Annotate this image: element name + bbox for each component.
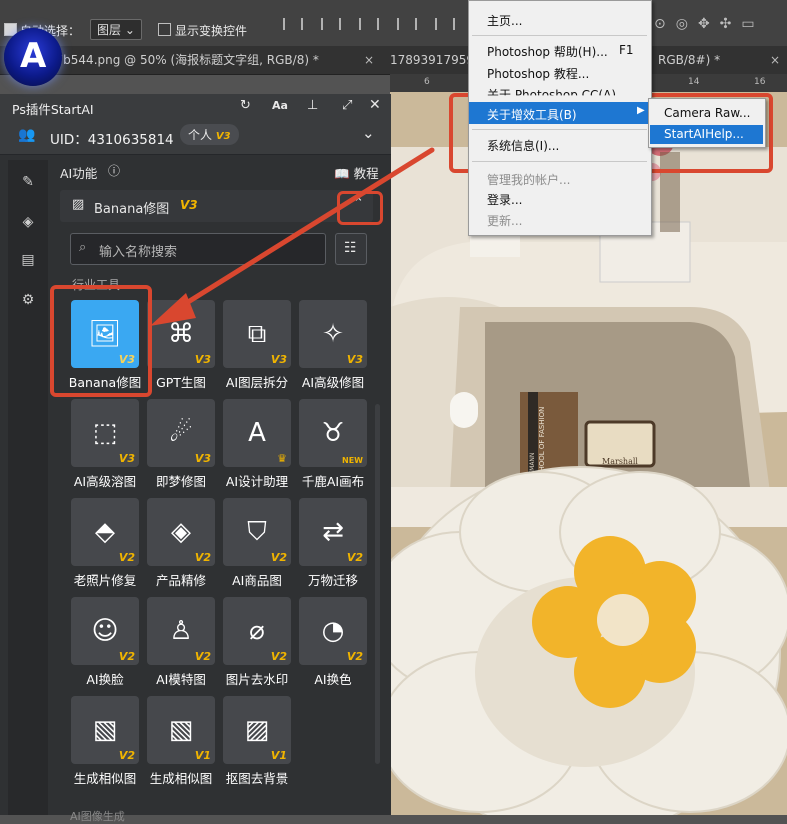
logo-letter-icon: A (20, 36, 47, 76)
menu-item-tutorials[interactable]: Photoshop 教程... (487, 65, 589, 82)
menu-item-updates: 更新... (487, 214, 523, 228)
help-menu: 主页... Photoshop 帮助(H)... F1 Photoshop 教程… (468, 0, 652, 236)
menu-item-about-plugins[interactable]: 关于增效工具(B) (487, 106, 577, 123)
menu-item-manage-account: 管理我的帐户... (487, 173, 571, 187)
submenu-arrow-icon: ▶ (637, 105, 645, 116)
plugins-submenu: Camera Raw... StartAIHelp... (648, 98, 766, 148)
menu-item-home[interactable]: 主页... (487, 12, 522, 29)
menu-separator (472, 35, 647, 36)
menu-item-sign-in[interactable]: 登录... (487, 191, 522, 208)
menu-item-about[interactable]: 关于 Photoshop CC(A)... (487, 86, 627, 95)
menu-shortcut: F1 (619, 43, 634, 57)
menu-item-help[interactable]: Photoshop 帮助(H)... (487, 43, 608, 60)
menu-separator (472, 161, 647, 162)
menu-item-system-info[interactable]: 系统信息(I)... (487, 137, 559, 154)
menu-separator (472, 129, 647, 130)
startai-logo: A (4, 28, 62, 86)
submenu-item-startai-help[interactable]: StartAIHelp... (664, 127, 744, 141)
submenu-item-camera-raw[interactable]: Camera Raw... (664, 106, 751, 120)
